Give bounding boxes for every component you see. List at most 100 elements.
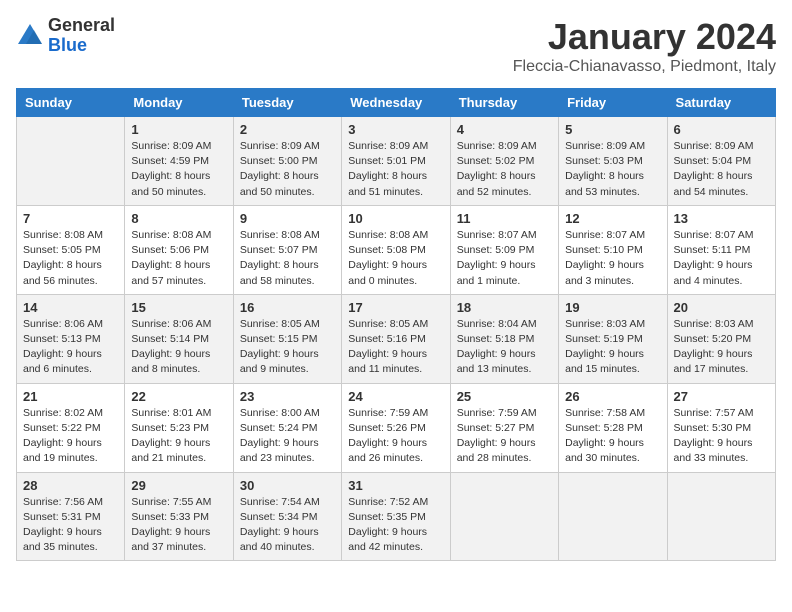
table-row: 22 Sunrise: 8:01 AM Sunset: 5:23 PM Dayl…	[125, 383, 233, 472]
calendar-table: Sunday Monday Tuesday Wednesday Thursday…	[16, 88, 776, 561]
daylight-text: Daylight: 9 hours and 3 minutes.	[565, 259, 644, 286]
table-row: 13 Sunrise: 8:07 AM Sunset: 5:11 PM Dayl…	[667, 205, 775, 294]
table-row: 2 Sunrise: 8:09 AM Sunset: 5:00 PM Dayli…	[233, 117, 341, 206]
day-number: 2	[240, 122, 335, 137]
sunrise-text: Sunrise: 8:02 AM	[23, 407, 103, 419]
table-row: 3 Sunrise: 8:09 AM Sunset: 5:01 PM Dayli…	[342, 117, 450, 206]
sunset-text: Sunset: 5:30 PM	[674, 422, 752, 434]
day-info: Sunrise: 8:00 AM Sunset: 5:24 PM Dayligh…	[240, 406, 335, 467]
day-info: Sunrise: 8:06 AM Sunset: 5:14 PM Dayligh…	[131, 317, 226, 378]
table-row: 17 Sunrise: 8:05 AM Sunset: 5:16 PM Dayl…	[342, 294, 450, 383]
sunrise-text: Sunrise: 7:59 AM	[348, 407, 428, 419]
header-thursday: Thursday	[450, 89, 558, 117]
daylight-text: Daylight: 9 hours and 17 minutes.	[674, 348, 753, 375]
sunset-text: Sunset: 5:27 PM	[457, 422, 535, 434]
day-number: 1	[131, 122, 226, 137]
table-row	[17, 117, 125, 206]
day-number: 24	[348, 389, 443, 404]
day-info: Sunrise: 8:01 AM Sunset: 5:23 PM Dayligh…	[131, 406, 226, 467]
logo-text: General Blue	[48, 16, 115, 56]
day-number: 28	[23, 478, 118, 493]
day-info: Sunrise: 7:59 AM Sunset: 5:26 PM Dayligh…	[348, 406, 443, 467]
sunrise-text: Sunrise: 8:07 AM	[565, 229, 645, 241]
sunset-text: Sunset: 5:26 PM	[348, 422, 426, 434]
daylight-text: Daylight: 8 hours and 57 minutes.	[131, 259, 210, 286]
daylight-text: Daylight: 9 hours and 9 minutes.	[240, 348, 319, 375]
table-row: 9 Sunrise: 8:08 AM Sunset: 5:07 PM Dayli…	[233, 205, 341, 294]
sunrise-text: Sunrise: 8:07 AM	[457, 229, 537, 241]
sunrise-text: Sunrise: 7:55 AM	[131, 496, 211, 508]
daylight-text: Daylight: 9 hours and 33 minutes.	[674, 437, 753, 464]
table-row: 25 Sunrise: 7:59 AM Sunset: 5:27 PM Dayl…	[450, 383, 558, 472]
table-row: 4 Sunrise: 8:09 AM Sunset: 5:02 PM Dayli…	[450, 117, 558, 206]
daylight-text: Daylight: 9 hours and 21 minutes.	[131, 437, 210, 464]
day-number: 19	[565, 300, 660, 315]
sunrise-text: Sunrise: 8:08 AM	[131, 229, 211, 241]
sunset-text: Sunset: 5:00 PM	[240, 155, 318, 167]
sunset-text: Sunset: 5:02 PM	[457, 155, 535, 167]
day-number: 31	[348, 478, 443, 493]
sunrise-text: Sunrise: 8:01 AM	[131, 407, 211, 419]
day-info: Sunrise: 8:09 AM Sunset: 5:04 PM Dayligh…	[674, 139, 769, 200]
page-header: General Blue January 2024 Fleccia-Chiana…	[16, 16, 776, 76]
day-number: 12	[565, 211, 660, 226]
calendar-week-row: 1 Sunrise: 8:09 AM Sunset: 4:59 PM Dayli…	[17, 117, 776, 206]
table-row: 28 Sunrise: 7:56 AM Sunset: 5:31 PM Dayl…	[17, 472, 125, 561]
sunset-text: Sunset: 5:19 PM	[565, 333, 643, 345]
daylight-text: Daylight: 9 hours and 0 minutes.	[348, 259, 427, 286]
sunrise-text: Sunrise: 8:08 AM	[348, 229, 428, 241]
day-info: Sunrise: 8:08 AM Sunset: 5:08 PM Dayligh…	[348, 228, 443, 289]
sunset-text: Sunset: 5:03 PM	[565, 155, 643, 167]
sunrise-text: Sunrise: 8:09 AM	[674, 140, 754, 152]
day-info: Sunrise: 7:55 AM Sunset: 5:33 PM Dayligh…	[131, 495, 226, 556]
day-number: 22	[131, 389, 226, 404]
daylight-text: Daylight: 9 hours and 1 minute.	[457, 259, 536, 286]
sunset-text: Sunset: 5:22 PM	[23, 422, 101, 434]
daylight-text: Daylight: 8 hours and 50 minutes.	[131, 170, 210, 197]
day-number: 16	[240, 300, 335, 315]
sunset-text: Sunset: 5:35 PM	[348, 511, 426, 523]
day-info: Sunrise: 8:09 AM Sunset: 5:01 PM Dayligh…	[348, 139, 443, 200]
sunset-text: Sunset: 5:04 PM	[674, 155, 752, 167]
calendar-week-row: 14 Sunrise: 8:06 AM Sunset: 5:13 PM Dayl…	[17, 294, 776, 383]
table-row	[667, 472, 775, 561]
table-row: 31 Sunrise: 7:52 AM Sunset: 5:35 PM Dayl…	[342, 472, 450, 561]
sunrise-text: Sunrise: 7:58 AM	[565, 407, 645, 419]
day-number: 14	[23, 300, 118, 315]
sunset-text: Sunset: 5:20 PM	[674, 333, 752, 345]
daylight-text: Daylight: 9 hours and 26 minutes.	[348, 437, 427, 464]
day-number: 15	[131, 300, 226, 315]
calendar-week-row: 21 Sunrise: 8:02 AM Sunset: 5:22 PM Dayl…	[17, 383, 776, 472]
sunrise-text: Sunrise: 7:59 AM	[457, 407, 537, 419]
sunrise-text: Sunrise: 8:05 AM	[240, 318, 320, 330]
sunrise-text: Sunrise: 8:03 AM	[565, 318, 645, 330]
day-info: Sunrise: 8:04 AM Sunset: 5:18 PM Dayligh…	[457, 317, 552, 378]
daylight-text: Daylight: 8 hours and 50 minutes.	[240, 170, 319, 197]
sunset-text: Sunset: 5:13 PM	[23, 333, 101, 345]
day-info: Sunrise: 8:06 AM Sunset: 5:13 PM Dayligh…	[23, 317, 118, 378]
day-number: 26	[565, 389, 660, 404]
table-row: 30 Sunrise: 7:54 AM Sunset: 5:34 PM Dayl…	[233, 472, 341, 561]
table-row	[450, 472, 558, 561]
daylight-text: Daylight: 8 hours and 52 minutes.	[457, 170, 536, 197]
day-info: Sunrise: 8:08 AM Sunset: 5:05 PM Dayligh…	[23, 228, 118, 289]
day-number: 18	[457, 300, 552, 315]
table-row: 27 Sunrise: 7:57 AM Sunset: 5:30 PM Dayl…	[667, 383, 775, 472]
day-info: Sunrise: 8:05 AM Sunset: 5:15 PM Dayligh…	[240, 317, 335, 378]
daylight-text: Daylight: 9 hours and 4 minutes.	[674, 259, 753, 286]
daylight-text: Daylight: 8 hours and 53 minutes.	[565, 170, 644, 197]
sunrise-text: Sunrise: 8:09 AM	[240, 140, 320, 152]
daylight-text: Daylight: 9 hours and 35 minutes.	[23, 526, 102, 553]
calendar-week-row: 28 Sunrise: 7:56 AM Sunset: 5:31 PM Dayl…	[17, 472, 776, 561]
daylight-text: Daylight: 8 hours and 56 minutes.	[23, 259, 102, 286]
sunset-text: Sunset: 5:01 PM	[348, 155, 426, 167]
table-row: 24 Sunrise: 7:59 AM Sunset: 5:26 PM Dayl…	[342, 383, 450, 472]
sunrise-text: Sunrise: 8:06 AM	[131, 318, 211, 330]
day-number: 8	[131, 211, 226, 226]
sunrise-text: Sunrise: 8:04 AM	[457, 318, 537, 330]
sunrise-text: Sunrise: 8:09 AM	[131, 140, 211, 152]
day-info: Sunrise: 8:09 AM Sunset: 5:00 PM Dayligh…	[240, 139, 335, 200]
day-info: Sunrise: 7:57 AM Sunset: 5:30 PM Dayligh…	[674, 406, 769, 467]
day-number: 6	[674, 122, 769, 137]
logo-general: General	[48, 16, 115, 36]
